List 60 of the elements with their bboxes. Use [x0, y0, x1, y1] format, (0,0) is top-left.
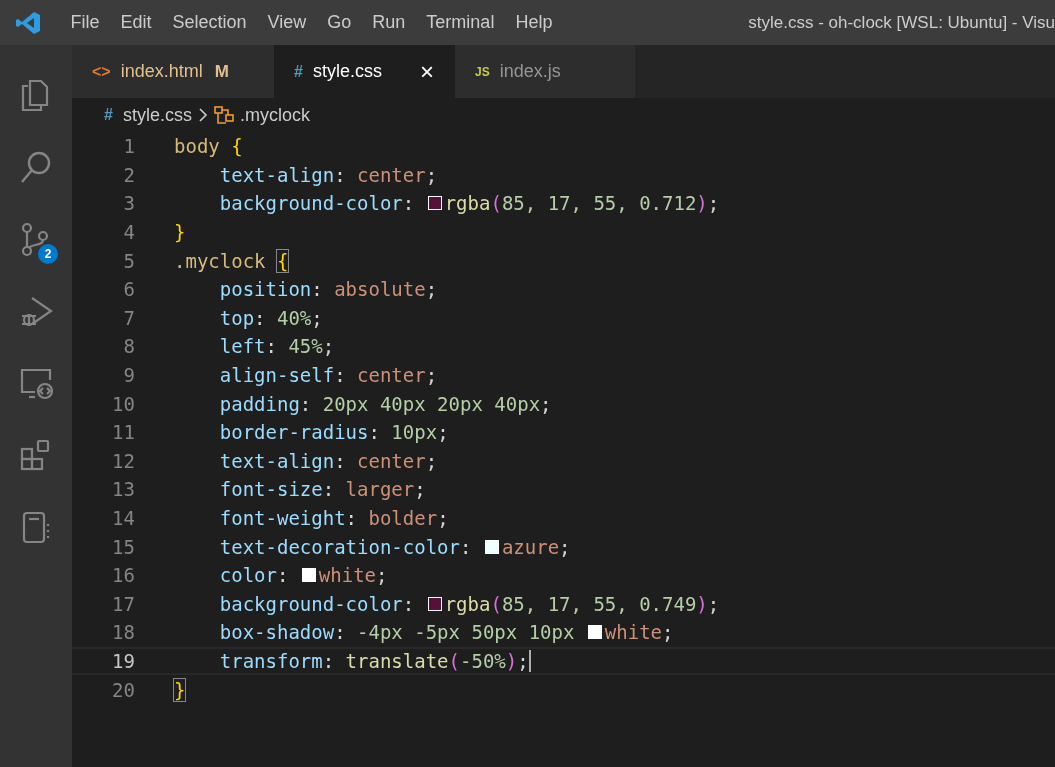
code-line: padding: 20px 40px 20px 40px; — [218, 392, 552, 415]
breadcrumb-item[interactable]: .myclock — [239, 104, 310, 126]
code-line: border-radius: 10px; — [218, 421, 449, 444]
code-line: text-align: center; — [218, 449, 438, 472]
line-number: 19 — [111, 650, 136, 672]
line-number: 18 — [111, 621, 136, 644]
code-line: color: white; — [218, 564, 388, 587]
editor-tab[interactable]: <> index.html M — [72, 45, 274, 98]
code-line: background-color: rgba(85, 17, 55, 0.712); — [218, 192, 720, 215]
code-line: .myclock { — [174, 249, 289, 272]
code-line: } — [174, 221, 186, 244]
menu-item[interactable]: Go — [316, 8, 362, 37]
chevron-right-icon — [197, 107, 208, 123]
search-icon[interactable] — [19, 149, 53, 185]
code-line: align-self: center; — [218, 364, 438, 387]
line-number: 14 — [111, 507, 136, 529]
code-line: left: 45%; — [218, 335, 335, 358]
line-number: 13 — [111, 478, 136, 501]
line-number: 10 — [111, 392, 136, 415]
line-number: 16 — [111, 564, 136, 587]
code-line: } — [174, 678, 186, 701]
menu-item[interactable]: File — [60, 8, 110, 37]
line-number: 12 — [111, 449, 136, 472]
menu-item[interactable]: Edit — [110, 8, 163, 37]
line-number: 4 — [122, 221, 136, 244]
line-number: 1 — [122, 135, 136, 158]
code-line: position: absolute; — [218, 278, 438, 301]
code-line: top: 40%; — [218, 306, 323, 329]
line-number: 6 — [122, 278, 136, 301]
code-line: font-weight: bolder; — [218, 507, 449, 529]
code-line: body { — [174, 135, 243, 158]
menu-item[interactable]: Run — [361, 8, 416, 37]
line-number: 15 — [111, 535, 136, 558]
css-file-icon: # — [104, 106, 113, 124]
code-line: background-color: rgba(85, 17, 55, 0.749); — [218, 592, 720, 615]
editor-tab[interactable]: # style.css × — [274, 45, 455, 98]
code-line: text-decoration-color: azure; — [218, 535, 571, 558]
window-title: style.css - oh-clock [WSL: Ubuntu] - Visu — [747, 12, 1055, 33]
line-number: 9 — [122, 364, 136, 387]
line-number: 17 — [111, 592, 136, 615]
count-badge: 2 — [38, 244, 58, 264]
code-line: text-align: center; — [218, 163, 438, 186]
line-number: 7 — [122, 306, 136, 329]
line-number: 8 — [122, 335, 136, 358]
line-number: 11 — [111, 421, 136, 444]
breadcrumb-item[interactable]: style.css — [122, 104, 192, 126]
code-line: transform: translate(-50%); — [218, 650, 531, 672]
line-number: 3 — [122, 192, 136, 215]
line-number: 5 — [122, 249, 136, 272]
menu-item[interactable]: Terminal — [415, 8, 505, 37]
editor-logo-icon — [16, 10, 40, 35]
menu-item[interactable]: Selection — [162, 8, 258, 37]
code-line: font-size: larger; — [218, 478, 426, 501]
menu-item[interactable]: Help — [504, 8, 563, 37]
symbol-class-icon — [213, 105, 234, 125]
editor-tab[interactable]: JS index.js — [455, 45, 635, 98]
code-line: box-shadow: -4px -5px 50px 10px white; — [218, 621, 674, 644]
line-number: 2 — [122, 163, 136, 186]
line-number: 20 — [111, 678, 136, 701]
menu-item[interactable]: View — [257, 8, 317, 37]
